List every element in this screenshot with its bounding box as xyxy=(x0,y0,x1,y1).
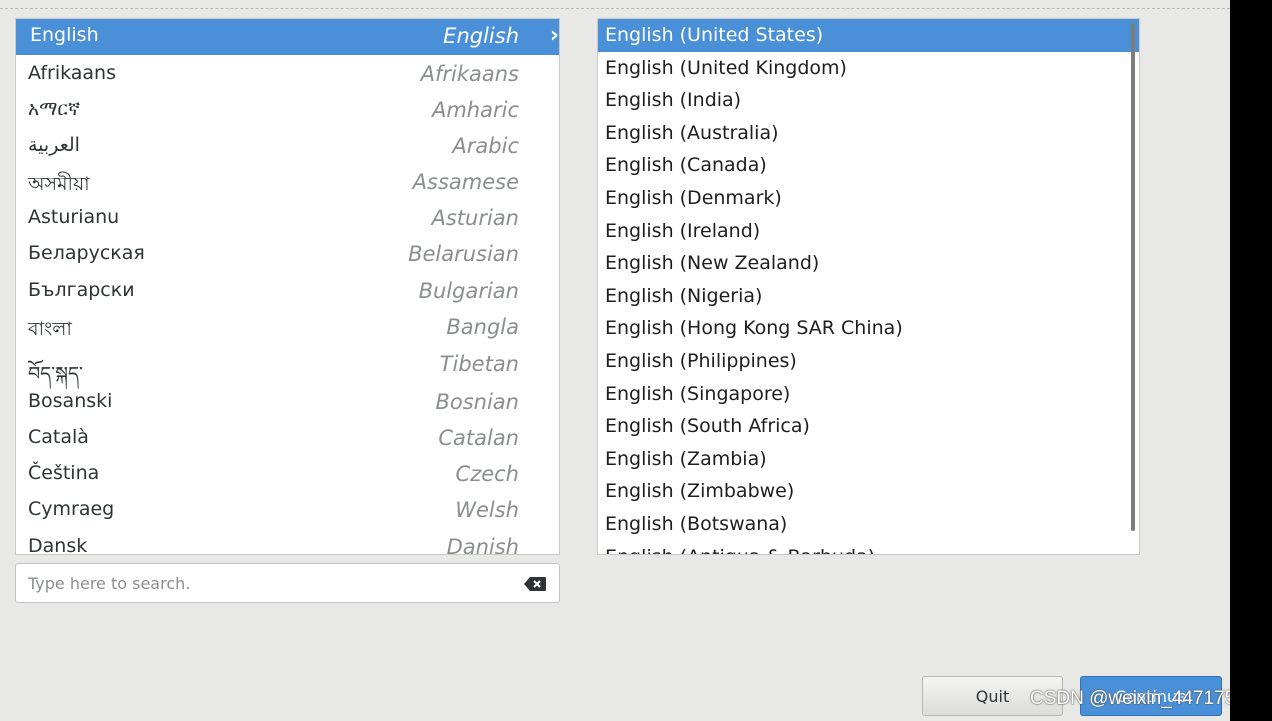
language-row[interactable]: Български Bulgarian xyxy=(16,274,559,310)
language-row[interactable]: བོད་སྐད་ Tibetan xyxy=(16,347,559,385)
language-native-name: Afrikaans xyxy=(28,62,116,84)
watermark: CSDN @weixin_44717560 xyxy=(1030,688,1257,709)
language-row[interactable]: Bosanski Bosnian xyxy=(16,385,559,421)
language-english-name: Belarusian xyxy=(408,242,519,266)
locale-row[interactable]: English (Australia) xyxy=(598,117,1139,150)
language-english-name: Bangla xyxy=(446,315,519,339)
language-native-name: Български xyxy=(28,279,135,301)
language-search-box[interactable] xyxy=(15,563,560,603)
screen-edge xyxy=(1230,0,1272,721)
language-native-name: Català xyxy=(28,426,89,448)
language-row[interactable]: Cymraeg Welsh xyxy=(16,493,559,529)
language-english-name: Assamese xyxy=(412,170,519,194)
locale-row[interactable]: English (United States) xyxy=(598,19,1139,52)
locale-list-scrollbar[interactable] xyxy=(1131,23,1135,531)
language-native-name: বাংলা xyxy=(28,318,72,340)
language-english-name: Amharic xyxy=(431,98,519,122)
locale-row[interactable]: English (Hong Kong SAR China) xyxy=(598,312,1139,345)
language-native-name: English xyxy=(30,24,99,46)
language-english-name: Bosnian xyxy=(435,390,519,414)
language-native-name: Čeština xyxy=(28,462,100,484)
locale-row[interactable]: English (South Africa) xyxy=(598,410,1139,443)
language-native-name: Cymraeg xyxy=(28,498,115,520)
backspace-clear-icon[interactable] xyxy=(523,576,547,592)
language-search-input[interactable] xyxy=(28,571,508,595)
language-row[interactable]: English English › xyxy=(16,19,559,55)
top-divider xyxy=(0,8,1230,9)
language-english-name: English xyxy=(443,24,519,48)
language-native-name: Asturianu xyxy=(28,206,120,228)
locale-row[interactable]: English (India) xyxy=(598,84,1139,117)
locale-row[interactable]: English (Botswana) xyxy=(598,508,1139,541)
locale-row[interactable]: English (New Zealand) xyxy=(598,247,1139,280)
language-row[interactable]: العربية Arabic xyxy=(16,129,559,165)
language-native-name: Dansk xyxy=(28,535,88,555)
locale-row[interactable]: English (Singapore) xyxy=(598,378,1139,411)
language-english-name: Welsh xyxy=(455,498,519,522)
language-row[interactable]: Čeština Czech xyxy=(16,457,559,493)
language-native-name: Беларуская xyxy=(28,242,145,264)
language-row[interactable]: Asturianu Asturian xyxy=(16,201,559,237)
language-english-name: Asturian xyxy=(431,206,520,230)
language-row[interactable]: Català Catalan xyxy=(16,421,559,457)
locale-row[interactable]: English (Nigeria) xyxy=(598,280,1139,313)
language-english-name: Bulgarian xyxy=(418,279,519,303)
language-english-name: Danish xyxy=(446,535,519,555)
language-native-name: አማርኛ xyxy=(28,98,81,120)
locale-list[interactable]: English (Antigua & Barbuda)English (Bots… xyxy=(597,18,1140,555)
language-english-name: Arabic xyxy=(452,134,519,158)
language-english-name: Czech xyxy=(455,462,519,486)
locale-row[interactable]: English (Zimbabwe) xyxy=(598,475,1139,508)
language-english-name: Tibetan xyxy=(439,352,519,376)
language-row[interactable]: Беларуская Belarusian xyxy=(16,237,559,273)
language-row[interactable]: Afrikaans Afrikaans xyxy=(16,57,559,93)
language-native-name: অসমীয়া xyxy=(28,173,90,195)
language-native-name: བོད་སྐད་ xyxy=(28,363,83,385)
locale-row[interactable]: English (Denmark) xyxy=(598,182,1139,215)
language-row[interactable]: Dansk Danish xyxy=(16,530,559,555)
locale-row[interactable]: English (United Kingdom) xyxy=(598,52,1139,85)
language-native-name: العربية xyxy=(28,134,80,156)
locale-row[interactable]: English (Antigua & Barbuda) xyxy=(598,541,1139,554)
language-row[interactable]: አማርኛ Amharic xyxy=(16,93,559,129)
locale-row[interactable]: English (Canada) xyxy=(598,149,1139,182)
language-list[interactable]: Dansk Danish Cymraeg Welsh Čeština Czech Catal… xyxy=(15,18,560,555)
locale-row[interactable]: English (Ireland) xyxy=(598,215,1139,248)
locale-row[interactable]: English (Philippines) xyxy=(598,345,1139,378)
language-row[interactable]: অসমীয়া Assamese xyxy=(16,165,559,201)
language-list-scroll-edge xyxy=(16,554,559,555)
language-english-name: Catalan xyxy=(438,426,519,450)
language-row[interactable]: বাংলা Bangla xyxy=(16,310,559,346)
locale-row[interactable]: English (Zambia) xyxy=(598,443,1139,476)
language-english-name: Afrikaans xyxy=(420,62,519,86)
chevron-right-icon: › xyxy=(549,23,559,48)
